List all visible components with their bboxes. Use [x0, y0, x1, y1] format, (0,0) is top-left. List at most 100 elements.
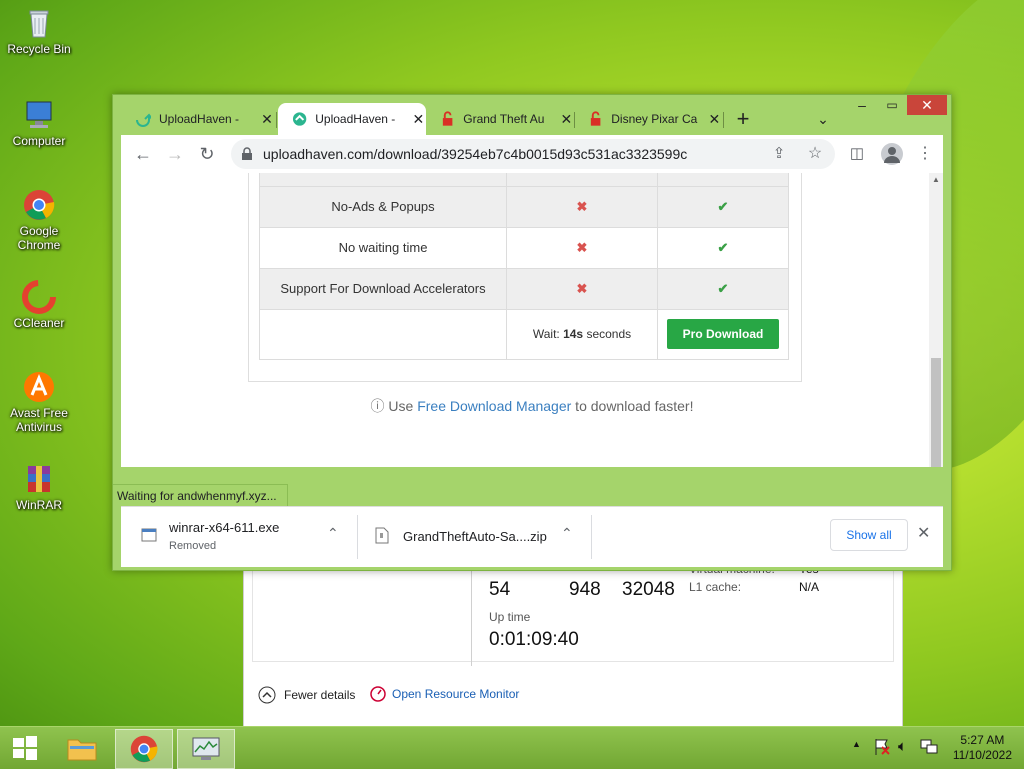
- close-tab-icon[interactable]: ✕: [259, 111, 275, 127]
- chevron-up-icon[interactable]: ⌃: [327, 525, 339, 542]
- processes-value: 32048: [622, 579, 675, 600]
- chrome-icon: [130, 735, 158, 763]
- chrome-icon: [24, 190, 55, 220]
- close-tab-icon[interactable]: ✕: [411, 111, 426, 127]
- action-center-flag-icon[interactable]: [874, 738, 890, 759]
- uptime-label: Up time: [489, 610, 531, 624]
- taskbar-task-manager[interactable]: [177, 729, 235, 769]
- browser-toolbar: ← → ↻ uploadhaven.com/download/39254eb7c…: [121, 135, 943, 173]
- free-download-manager-link[interactable]: Free Download Manager: [417, 398, 571, 414]
- table-row: No waiting time ✖ ✔: [259, 226, 789, 269]
- feature-comparison-table: No-Ads & Popups ✖ ✔ No waiting time ✖ ✔ …: [259, 173, 789, 360]
- download-filename: winrar-x64-611.exe: [169, 520, 280, 535]
- network-icon[interactable]: [920, 739, 938, 758]
- resource-monitor-icon: [370, 686, 386, 702]
- desktop-icon-ccleaner[interactable]: CCleaner: [4, 280, 74, 330]
- tab-uploadhaven-1[interactable]: UploadHaven - ✕: [121, 103, 276, 135]
- l1-cache-label: L1 cache:: [689, 580, 742, 594]
- new-tab-button[interactable]: +: [731, 107, 755, 131]
- desktop-icon-winrar[interactable]: WinRAR: [4, 462, 74, 512]
- vertical-scrollbar[interactable]: ▲ ▼: [929, 173, 943, 467]
- fewer-details-label: Fewer details: [284, 688, 356, 702]
- reload-icon[interactable]: ↻: [195, 142, 219, 166]
- status-bubble: Waiting for andwhenmyf.xyz...: [113, 484, 288, 507]
- open-resource-monitor-link[interactable]: Open Resource Monitor: [370, 686, 519, 702]
- table-row: [259, 173, 789, 187]
- tab-title: Grand Theft Au: [463, 112, 545, 126]
- l1-cache-value: N/A: [799, 580, 820, 594]
- wait-suffix: seconds: [583, 327, 632, 341]
- download-item[interactable]: GrandTheftAuto-Sa....zip ⌃: [369, 515, 579, 559]
- back-arrow-icon[interactable]: ←: [131, 142, 155, 166]
- share-icon[interactable]: ⇪: [767, 142, 791, 166]
- taskbar-chrome[interactable]: [115, 729, 173, 769]
- handles-value: 54: [489, 579, 511, 600]
- feature-label: No-Ads & Popups: [259, 185, 507, 228]
- recycle-bin-icon: [29, 10, 49, 38]
- uploadhaven-icon: [292, 112, 307, 126]
- more-menu-icon[interactable]: ⋮: [913, 142, 937, 166]
- page-viewport: No-Ads & Popups ✖ ✔ No waiting time ✖ ✔ …: [121, 173, 943, 467]
- clock-date: 11/10/2022: [952, 748, 1012, 762]
- tab-uploadhaven-2[interactable]: UploadHaven - ✕: [278, 103, 426, 135]
- wait-prefix: Wait:: [532, 327, 564, 341]
- download-separator: [357, 515, 358, 559]
- desktop-icon-label: WinRAR: [15, 498, 62, 512]
- computer-icon: [26, 101, 52, 128]
- tab-title: UploadHaven -: [315, 112, 396, 126]
- desktop-icon-recycle-bin[interactable]: Recycle Bin: [4, 6, 74, 56]
- show-all-downloads-button[interactable]: Show all: [830, 519, 908, 551]
- close-tab-icon[interactable]: ✕: [707, 111, 722, 127]
- pro-download-button[interactable]: Pro Download: [667, 319, 779, 349]
- taskbar-file-explorer[interactable]: [54, 729, 110, 767]
- close-download-shelf-icon[interactable]: ✕: [917, 523, 930, 543]
- maximize-button[interactable]: ▭: [877, 95, 907, 115]
- task-manager-performance-panel: 54 948 32048 Virtual machine: Yes L1 cac…: [252, 561, 894, 666]
- wait-timer: Wait: 14s seconds: [506, 308, 658, 360]
- table-row: Wait: 14s seconds Pro Download: [259, 308, 789, 360]
- desktop-icon-label: CCleaner: [13, 316, 65, 330]
- close-tab-icon[interactable]: ✕: [559, 111, 574, 127]
- task-manager-window: 54 948 32048 Virtual machine: Yes L1 cac…: [243, 560, 903, 728]
- tab-grand-theft-auto[interactable]: Grand Theft Au ✕: [426, 103, 574, 135]
- bookmark-star-icon[interactable]: ☆: [803, 142, 827, 166]
- windows-logo-icon: [13, 736, 37, 760]
- lock-warning-icon: [590, 111, 601, 126]
- tab-search-chevron-down-icon[interactable]: ⌄: [811, 107, 835, 131]
- cross-icon: ✖: [576, 239, 588, 255]
- download-filename: GrandTheftAuto-Sa....zip: [403, 529, 547, 544]
- tab-disney-pixar[interactable]: Disney Pixar Ca ✕: [574, 103, 722, 135]
- minimize-button[interactable]: –: [847, 95, 877, 115]
- scroll-up-arrow-icon[interactable]: ▲: [932, 175, 940, 184]
- system-clock[interactable]: 5:27 AM 11/10/2022: [953, 733, 1012, 763]
- wait-value: 14s: [563, 327, 584, 341]
- desktop-icon-computer[interactable]: Computer: [4, 98, 74, 148]
- download-shelf: winrar-x64-611.exe Removed ⌃ GrandTheftA…: [121, 506, 943, 567]
- download-item[interactable]: winrar-x64-611.exe Removed ⌃: [133, 515, 353, 559]
- lock-warning-icon: [442, 111, 453, 126]
- fewer-details-button[interactable]: Fewer details: [258, 686, 355, 704]
- chevron-up-icon[interactable]: ⌃: [561, 525, 573, 542]
- note-suffix: to download faster!: [571, 398, 694, 414]
- volume-icon[interactable]: 🔈︎: [898, 738, 907, 755]
- uploadhaven-icon: [136, 113, 151, 127]
- close-window-button[interactable]: ✕: [907, 95, 947, 115]
- check-icon: ✔: [717, 239, 729, 255]
- address-bar[interactable]: uploadhaven.com/download/39254eb7c4b0015…: [231, 139, 835, 169]
- forward-arrow-icon[interactable]: →: [163, 142, 187, 166]
- desktop-icon-avast[interactable]: Avast Free Antivirus: [4, 370, 74, 434]
- table-row: Support For Download Accelerators ✖ ✔: [259, 267, 789, 310]
- scrollbar-thumb[interactable]: [931, 358, 941, 467]
- desktop-icon-chrome[interactable]: Google Chrome: [4, 188, 74, 252]
- lock-icon: [242, 147, 252, 160]
- browser-window: UploadHaven - ✕ UploadHaven - ✕ Grand Th…: [112, 94, 952, 571]
- show-hidden-icons-chevron-up-icon[interactable]: ▲: [852, 739, 861, 749]
- profile-avatar-icon[interactable]: [881, 143, 903, 165]
- download-manager-note: ⓘ Use Free Download Manager to download …: [121, 396, 943, 416]
- clock-time: 5:27 AM: [960, 733, 1005, 747]
- desktop-icon-label: Recycle Bin: [7, 42, 71, 56]
- download-separator: [591, 515, 592, 559]
- feature-label: No waiting time: [259, 226, 507, 269]
- side-panel-icon[interactable]: ◫: [845, 142, 869, 166]
- start-button[interactable]: [0, 729, 50, 767]
